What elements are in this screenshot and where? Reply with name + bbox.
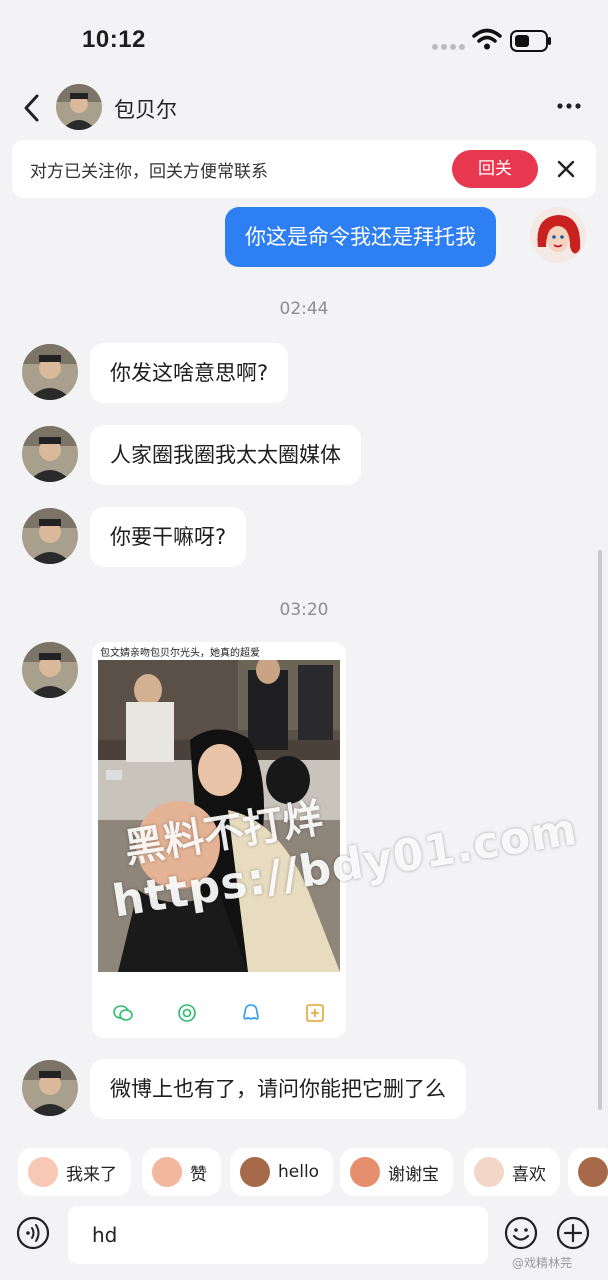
wechat-share-icon[interactable] (112, 1002, 134, 1024)
back-arrow-icon[interactable] (18, 92, 46, 124)
chat-header: 包贝尔 (0, 80, 608, 136)
status-bar: 10:12 (0, 0, 608, 80)
scrollbar[interactable] (598, 550, 602, 1110)
my-avatar[interactable] (530, 207, 586, 263)
incoming-message[interactable]: 你发这啥意思啊? (90, 343, 289, 403)
quick-reply-label: 谢谢宝 (388, 1164, 439, 1185)
quick-reply-chip[interactable]: 我来了 (18, 1148, 131, 1196)
quick-reply-chip[interactable] (568, 1148, 608, 1196)
moments-share-icon[interactable] (176, 1002, 198, 1024)
sticker-icon (28, 1157, 58, 1187)
follow-banner-text: 对方已关注你，回关方便常联系 (30, 162, 268, 182)
close-icon[interactable] (554, 157, 578, 181)
message-input[interactable]: hd (68, 1206, 488, 1264)
share-actions (92, 1002, 346, 1028)
follow-back-banner: 对方已关注你，回关方便常联系 回关 (12, 140, 596, 198)
quick-reply-chip[interactable]: 谢谢宝 (340, 1148, 453, 1196)
timestamp: 03:20 (279, 600, 329, 620)
timestamp: 02:44 (279, 299, 329, 319)
quick-reply-label: hello (278, 1162, 320, 1182)
incoming-message[interactable]: 你要干嘛呀? (90, 507, 247, 567)
image-message[interactable]: 包文婧亲吻包贝尔光头，她真的超爱 (92, 642, 346, 1038)
sticker-icon (240, 1157, 270, 1187)
battery-icon (510, 30, 551, 52)
quick-reply-label: 我来了 (66, 1164, 117, 1185)
quick-reply-bar: 我来了 赞 hello 谢谢宝 喜欢 (0, 1144, 608, 1200)
quick-reply-label: 喜欢 (512, 1164, 546, 1185)
quick-reply-label: 赞 (190, 1164, 207, 1185)
contact-avatar[interactable] (56, 84, 102, 130)
contact-avatar[interactable] (22, 344, 78, 400)
wifi-icon (472, 28, 502, 50)
contact-avatar[interactable] (22, 1060, 78, 1116)
quick-reply-chip[interactable]: hello (230, 1148, 334, 1196)
plus-icon[interactable] (556, 1216, 590, 1250)
image-caption: 包文婧亲吻包贝尔光头，她真的超爱 (100, 648, 260, 659)
status-time: 10:12 (82, 26, 146, 53)
quick-reply-chip[interactable]: 赞 (142, 1148, 221, 1196)
incoming-message[interactable]: 人家圈我圈我太太圈媒体 (90, 425, 361, 485)
sticker-icon (474, 1157, 504, 1187)
contact-avatar[interactable] (22, 426, 78, 482)
outgoing-message[interactable]: 你这是命令我还是拜托我 (225, 207, 496, 267)
emoji-icon[interactable] (504, 1216, 538, 1250)
sticker-icon (152, 1157, 182, 1187)
quick-reply-chip[interactable]: 喜欢 (464, 1148, 560, 1196)
contact-name: 包贝尔 (114, 98, 177, 122)
more-options-icon[interactable] (556, 96, 582, 116)
save-image-icon[interactable] (304, 1002, 326, 1024)
sticker-icon (350, 1157, 380, 1187)
sticker-icon (578, 1157, 608, 1187)
contact-avatar[interactable] (22, 642, 78, 698)
follow-back-button[interactable]: 回关 (452, 150, 538, 188)
footer-watermark: @戏精林芫 (512, 1256, 573, 1270)
signal-icon (432, 44, 465, 50)
contact-avatar[interactable] (22, 508, 78, 564)
qq-share-icon[interactable] (240, 1002, 262, 1024)
photo[interactable] (98, 660, 340, 972)
incoming-message[interactable]: 微博上也有了，请问你能把它删了么 (90, 1059, 466, 1119)
voice-input-icon[interactable] (16, 1216, 50, 1250)
